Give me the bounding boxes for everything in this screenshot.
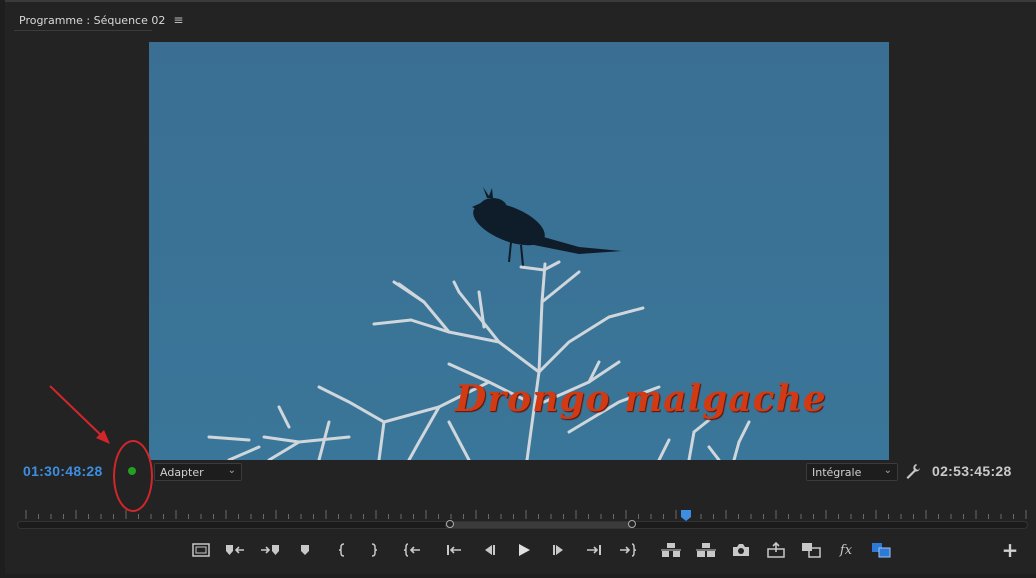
- play-icon[interactable]: [512, 538, 536, 562]
- step-forward-icon[interactable]: [547, 538, 571, 562]
- panel-menu-icon[interactable]: ≡: [173, 13, 183, 27]
- step-to-start-icon[interactable]: [442, 538, 466, 562]
- safe-margins-icon[interactable]: [189, 538, 213, 562]
- extract-icon[interactable]: [694, 538, 718, 562]
- timeline-ruler[interactable]: [22, 503, 1028, 523]
- zoom-level-value: Adapter: [160, 465, 204, 479]
- panel-header: Programme : Séquence 02 ≡: [19, 11, 183, 29]
- go-to-out-icon[interactable]: [616, 538, 640, 562]
- playback-resolution-select[interactable]: Intégrale ⌄: [806, 463, 898, 481]
- add-marker-icon[interactable]: [293, 538, 317, 562]
- mark-in-bracket-icon[interactable]: [330, 538, 354, 562]
- add-button-icon[interactable]: +: [998, 538, 1022, 562]
- video-preview[interactable]: Drongo malgache: [149, 42, 889, 460]
- overlay-icon[interactable]: [799, 538, 823, 562]
- go-to-in-icon[interactable]: [400, 538, 424, 562]
- title-overlay-text: Drongo malgache: [455, 378, 827, 420]
- step-back-icon[interactable]: [477, 538, 501, 562]
- header-divider: [14, 30, 152, 31]
- export-frame-icon[interactable]: [729, 538, 753, 562]
- zoom-scrollbar-right-handle[interactable]: [628, 520, 636, 528]
- annotation-ellipse: [113, 440, 153, 512]
- fx-icon[interactable]: fx: [834, 538, 858, 562]
- transport-toolbar: fx +: [0, 538, 1036, 564]
- step-to-end-icon[interactable]: [582, 538, 606, 562]
- playback-resolution-value: Intégrale: [812, 465, 862, 479]
- lift-icon[interactable]: [659, 538, 683, 562]
- panel-title[interactable]: Programme : Séquence 02: [19, 14, 165, 27]
- chevron-down-icon: ⌄: [883, 465, 892, 476]
- zoom-scrollbar-left-handle[interactable]: [446, 520, 454, 528]
- wrench-icon[interactable]: [905, 463, 921, 483]
- duration-timecode: 02:53:45:28: [932, 463, 1012, 479]
- annotation-arrow: [49, 385, 110, 444]
- comparison-view-icon[interactable]: [869, 538, 893, 562]
- zoom-scrollbar-thumb[interactable]: [445, 522, 633, 528]
- insert-icon[interactable]: [764, 538, 788, 562]
- chevron-down-icon: ⌄: [227, 465, 236, 476]
- zoom-level-select[interactable]: Adapter ⌄: [154, 463, 242, 481]
- mark-in-icon[interactable]: [223, 538, 247, 562]
- mark-out-bracket-icon[interactable]: [362, 538, 386, 562]
- mark-out-icon[interactable]: [258, 538, 282, 562]
- current-timecode[interactable]: 01:30:48:28: [23, 463, 103, 479]
